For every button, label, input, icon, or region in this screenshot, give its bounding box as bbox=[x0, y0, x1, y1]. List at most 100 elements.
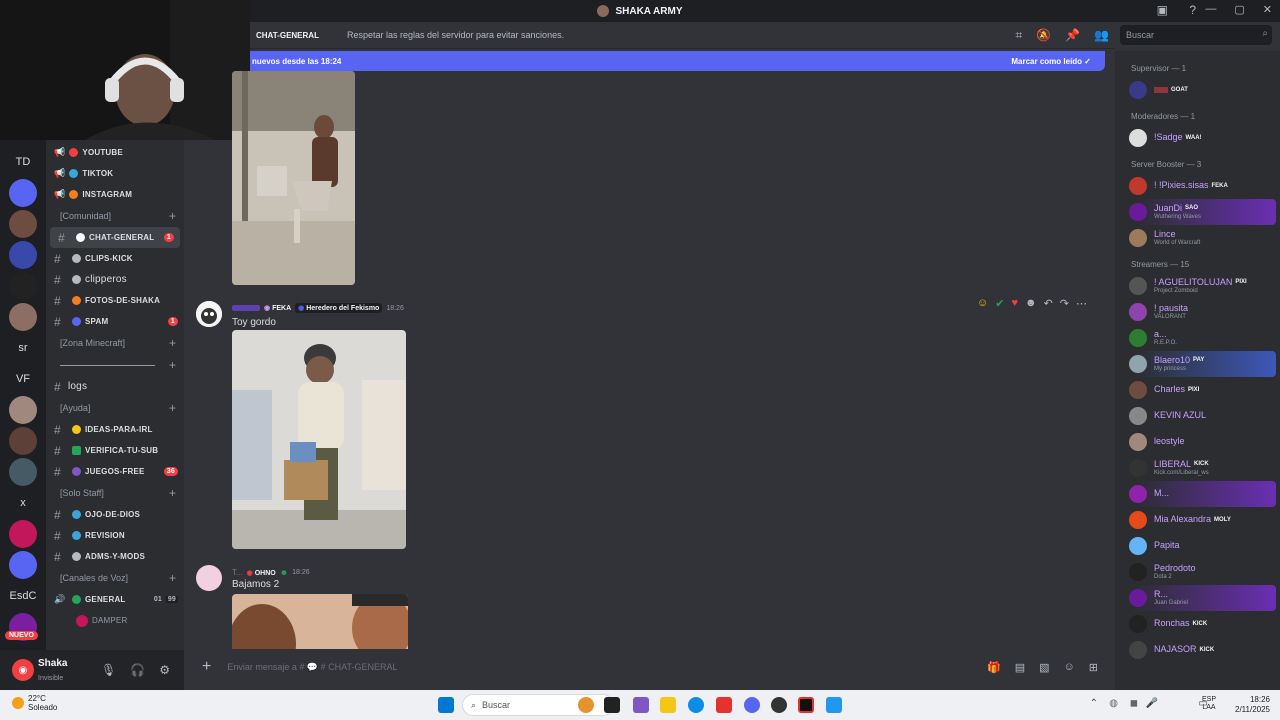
windows-start-icon[interactable] bbox=[438, 697, 454, 713]
capcut-icon[interactable] bbox=[798, 697, 814, 713]
channel-instagram[interactable]: 📢 INSTAGRAM bbox=[46, 184, 184, 205]
user-avatar[interactable] bbox=[196, 301, 222, 327]
close-button[interactable]: ✕ bbox=[1263, 3, 1272, 16]
reaction-heart-icon[interactable]: ♥ bbox=[1011, 297, 1018, 310]
more-options-icon[interactable]: ⋯ bbox=[1076, 297, 1087, 310]
member-item[interactable]: R... Juan Gabriel bbox=[1119, 585, 1276, 611]
category-zona-minecraft[interactable]: [Zona Minecraft] + bbox=[46, 332, 184, 354]
member-item[interactable]: Mia Alexandra MOLY bbox=[1119, 507, 1276, 533]
search-input[interactable]: Buscar ⌕ bbox=[1120, 25, 1272, 45]
weather-widget[interactable]: 22°C Soleado bbox=[12, 694, 57, 712]
member-item[interactable]: NAJASOR KICK bbox=[1119, 637, 1276, 663]
server-icon[interactable]: EsdC bbox=[9, 582, 37, 610]
server-icon[interactable]: sr bbox=[9, 334, 37, 362]
reaction-laugh-icon[interactable]: ☺ bbox=[977, 297, 988, 310]
app-icon-red[interactable] bbox=[716, 697, 732, 713]
user-avatar[interactable] bbox=[196, 565, 222, 591]
server-icon[interactable] bbox=[9, 241, 37, 269]
server-icon[interactable] bbox=[9, 272, 37, 300]
author-name-redacted[interactable] bbox=[232, 305, 260, 311]
server-icon[interactable] bbox=[9, 210, 37, 238]
message-image[interactable] bbox=[232, 71, 355, 285]
user-avatar[interactable]: ◉ bbox=[12, 659, 34, 681]
voice-channel-general[interactable]: 🔊 GENERAL 01 99 bbox=[46, 589, 184, 610]
member-item[interactable]: a... R.E.P.O. bbox=[1119, 325, 1276, 351]
server-icon[interactable] bbox=[9, 458, 37, 486]
sticker-icon[interactable]: ▧ bbox=[1039, 661, 1049, 674]
gift-icon[interactable]: 🎁 bbox=[987, 661, 1001, 674]
member-item[interactable]: ! AGUELITOLUJAN PIXI Project Zomboid bbox=[1119, 273, 1276, 299]
message-image[interactable] bbox=[232, 330, 406, 549]
threads-icon[interactable]: ⌗ bbox=[1015, 28, 1022, 43]
channel-ideas-para-irl[interactable]: # IDEAS-PARA-IRL bbox=[46, 419, 184, 440]
inbox-icon[interactable]: ▣ bbox=[1157, 3, 1168, 17]
add-channel-icon[interactable]: + bbox=[169, 571, 176, 585]
add-channel-icon[interactable]: + bbox=[169, 209, 176, 223]
channel-clipperos[interactable]: # clipperos bbox=[46, 269, 184, 290]
apps-icon[interactable]: ⊞ bbox=[1089, 661, 1098, 674]
channel-fotos-de-shaka[interactable]: # FOTOS-DE-SHAKA bbox=[46, 290, 184, 311]
category-comunidad[interactable]: [Comunidad] + bbox=[46, 205, 184, 227]
category-canales-de-voz[interactable]: [Canales de Voz] + bbox=[46, 567, 184, 589]
emoji-icon[interactable]: ☺ bbox=[1064, 661, 1075, 674]
tray-app-icon[interactable]: ◍ bbox=[1109, 698, 1118, 709]
member-item[interactable]: Lince World of Warcraft bbox=[1119, 225, 1276, 251]
channel-youtube[interactable]: 📢 YOUTUBE bbox=[46, 142, 184, 163]
minimize-button[interactable]: — bbox=[1205, 3, 1216, 16]
channel-ojo-de-dios[interactable]: # OJO-DE-DIOS bbox=[46, 504, 184, 525]
channel-tiktok[interactable]: 📢 TIKTOK bbox=[46, 163, 184, 184]
member-item[interactable]: GOAT bbox=[1119, 77, 1276, 103]
channel-topic[interactable]: Respetar las reglas del servidor para ev… bbox=[347, 30, 564, 40]
voice-user[interactable]: DAMPER bbox=[46, 610, 184, 631]
member-item[interactable]: LIBERAL KICK Kick.com/Liberal_ws bbox=[1119, 455, 1276, 481]
add-channel-icon[interactable]: + bbox=[169, 358, 176, 372]
message-composer[interactable]: + Enviar mensaje a # 💬 # CHAT-GENERAL 🎁 … bbox=[196, 656, 1106, 678]
member-item[interactable]: ! pausita VALORANT bbox=[1119, 299, 1276, 325]
category-ayuda[interactable]: [Ayuda] + bbox=[46, 397, 184, 419]
new-messages-bar[interactable]: nuevos desde las 18:24 Marcar como leído… bbox=[250, 51, 1105, 71]
tray-mic-icon[interactable]: 🎤 bbox=[1146, 698, 1158, 709]
obs-icon[interactable] bbox=[771, 697, 787, 713]
microphone-icon[interactable]: 🎙 bbox=[101, 663, 116, 677]
channel-logs[interactable]: # logs bbox=[46, 376, 184, 397]
mark-as-read-button[interactable]: Marcar como leído ✓ bbox=[1011, 57, 1091, 66]
file-explorer-icon[interactable] bbox=[660, 697, 676, 713]
channel-juegos-free[interactable]: # JUEGOS-FREE 36 bbox=[46, 461, 184, 482]
message-image[interactable] bbox=[232, 594, 408, 649]
reply-icon[interactable]: ↶ bbox=[1044, 297, 1053, 310]
member-item[interactable]: leostyle bbox=[1119, 429, 1276, 455]
copilot-icon[interactable] bbox=[633, 697, 649, 713]
reaction-check-icon[interactable]: ✔ bbox=[995, 297, 1004, 310]
member-item[interactable]: !Sadge WAA! bbox=[1119, 125, 1276, 151]
server-icon[interactable] bbox=[9, 520, 37, 548]
channel-adms-y-mods[interactable]: # ADMS-Y-MODS bbox=[46, 546, 184, 567]
chevron-up-icon[interactable]: ⌃ bbox=[1090, 698, 1098, 709]
server-icon[interactable] bbox=[9, 551, 37, 579]
discord-icon[interactable] bbox=[744, 697, 760, 713]
server-icon[interactable] bbox=[9, 303, 37, 331]
member-item[interactable]: Ronchas KICK bbox=[1119, 611, 1276, 637]
clock[interactable]: 18:26 2/11/2025 bbox=[1235, 695, 1270, 715]
member-list-icon[interactable]: 👥 bbox=[1094, 28, 1109, 43]
add-channel-icon[interactable]: + bbox=[169, 486, 176, 500]
member-item[interactable]: ! !Pixies.sisas FEKA bbox=[1119, 173, 1276, 199]
task-view-icon[interactable] bbox=[604, 697, 620, 713]
server-icon[interactable]: VF bbox=[9, 365, 37, 393]
tray-app-icon-2[interactable]: ◼ bbox=[1130, 698, 1138, 709]
member-item[interactable]: Papita bbox=[1119, 533, 1276, 559]
network-icon[interactable]: ▭ bbox=[1199, 698, 1208, 709]
channel-verifica-tu-sub[interactable]: # VERIFICA-TU-SUB bbox=[46, 440, 184, 461]
member-item[interactable]: Blaero10 PAY My princess bbox=[1119, 351, 1276, 377]
pin-icon[interactable]: 📌 bbox=[1065, 28, 1080, 43]
member-item[interactable]: JuanDi SAO Wuthering Waves bbox=[1119, 199, 1276, 225]
add-channel-icon[interactable]: + bbox=[169, 401, 176, 415]
channel-revision[interactable]: # REVISION bbox=[46, 525, 184, 546]
widget-icon[interactable] bbox=[578, 697, 594, 713]
author-name[interactable]: T... bbox=[232, 568, 243, 577]
add-reaction-icon[interactable]: ☻ bbox=[1025, 297, 1037, 310]
settings-gear-icon[interactable]: ⚙ bbox=[159, 663, 170, 677]
channel-spam[interactable]: # SPAM 1 bbox=[46, 311, 184, 332]
maximize-button[interactable]: ▢ bbox=[1234, 3, 1244, 16]
edge-icon[interactable] bbox=[688, 697, 704, 713]
member-item[interactable]: M... bbox=[1119, 481, 1276, 507]
